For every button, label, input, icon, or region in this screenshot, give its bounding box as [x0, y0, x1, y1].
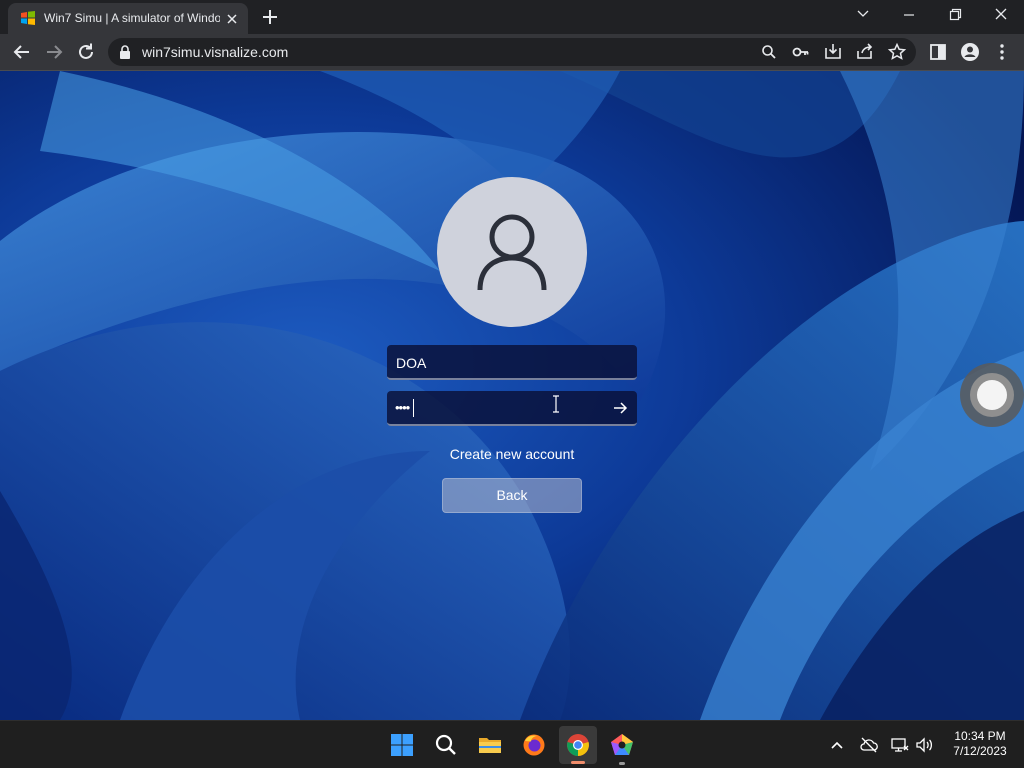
user-icon: [477, 214, 547, 291]
back-button[interactable]: Back: [442, 478, 582, 513]
ibeam-cursor-icon: [553, 395, 559, 413]
chevron-up-icon[interactable]: [827, 735, 847, 755]
search-icon: [435, 734, 456, 755]
file-explorer-button[interactable]: [471, 726, 509, 764]
folder-icon: [479, 738, 501, 753]
chrome-button[interactable]: [559, 726, 597, 764]
login-screen: DOA •••• Create new account Back: [0, 71, 1024, 720]
firefox-icon: [523, 734, 545, 756]
profile-avatar-icon[interactable]: [958, 40, 982, 64]
browser-titlebar: Win7 Simu | A simulator of Windows: [0, 0, 1024, 34]
address-bar[interactable]: win7simu.visnalize.com: [108, 38, 916, 66]
user-avatar: [437, 177, 587, 327]
network-icon[interactable]: [890, 735, 910, 755]
more-menu-icon[interactable]: [990, 40, 1014, 64]
colorful-app-icon: [611, 734, 633, 755]
username-value: DOA: [396, 355, 427, 371]
cloud-offline-icon[interactable]: [859, 735, 879, 755]
key-icon[interactable]: [790, 42, 812, 62]
bookmark-star-icon[interactable]: [886, 42, 908, 62]
share-icon[interactable]: [854, 42, 876, 62]
lock-icon[interactable]: [118, 44, 132, 60]
create-account-link[interactable]: Create new account: [387, 446, 637, 462]
back-arrow-icon[interactable]: [10, 40, 34, 64]
browser-tab[interactable]: Win7 Simu | A simulator of Windows: [8, 3, 248, 34]
clock-time: 10:34 PM: [954, 729, 1006, 743]
windows-logo-icon: [391, 734, 413, 756]
clock-date: 7/12/2023: [953, 744, 1007, 758]
chrome-icon: [567, 734, 589, 756]
taskbar-clock[interactable]: 10:34 PM 7/12/2023: [942, 729, 1018, 759]
volume-icon[interactable]: [914, 735, 934, 755]
taskbar: 10:34 PM 7/12/2023: [0, 720, 1024, 768]
username-field[interactable]: DOA: [387, 345, 637, 380]
url-text[interactable]: win7simu.visnalize.com: [142, 44, 288, 60]
browser-toolbar: win7simu.visnalize.com: [0, 34, 1024, 70]
submit-arrow-icon[interactable]: [611, 399, 629, 417]
assistive-touch-icon[interactable]: [960, 363, 1024, 427]
tab-title: Win7 Simu | A simulator of Windows: [44, 11, 220, 25]
text-caret: [413, 399, 414, 417]
reload-icon[interactable]: [74, 40, 98, 64]
app-button[interactable]: [603, 726, 641, 765]
restore-icon[interactable]: [932, 0, 978, 30]
running-indicator: [619, 762, 625, 765]
install-app-icon[interactable]: [822, 42, 844, 62]
password-value: ••••: [395, 400, 410, 415]
start-button[interactable]: [383, 726, 421, 764]
taskbar-search-button[interactable]: [427, 726, 465, 764]
password-field[interactable]: ••••: [387, 391, 637, 426]
forward-arrow-icon[interactable]: [42, 40, 66, 64]
active-indicator: [571, 761, 585, 764]
side-panel-icon[interactable]: [926, 40, 950, 64]
new-tab-icon[interactable]: [258, 6, 282, 28]
zoom-search-icon[interactable]: [758, 42, 780, 62]
close-window-icon[interactable]: [978, 0, 1024, 30]
windows-favicon-icon: [21, 11, 35, 25]
minimize-icon[interactable]: [886, 0, 932, 30]
firefox-button[interactable]: [515, 726, 553, 764]
tab-search-icon[interactable]: [840, 0, 886, 30]
close-tab-icon[interactable]: [222, 9, 242, 29]
